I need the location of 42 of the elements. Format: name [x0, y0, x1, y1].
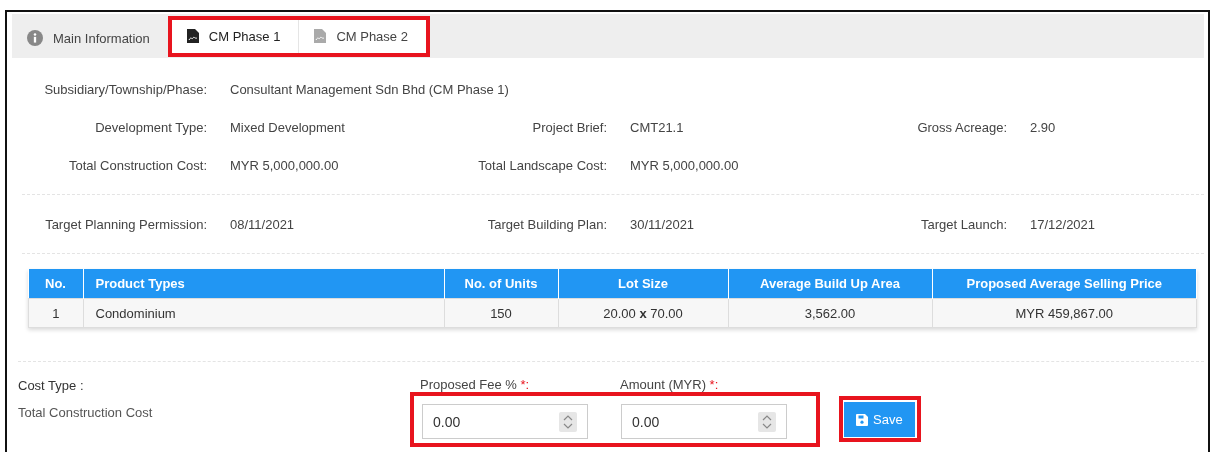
spinner-icon [758, 411, 776, 432]
document-icon [186, 29, 199, 43]
field-label: Target Launch: [920, 216, 1007, 232]
number-field[interactable]: 0.00 [621, 404, 787, 439]
column-header: Average Build Up Area [728, 269, 932, 299]
column-header: No. of Units [444, 269, 558, 299]
document-icon [314, 29, 327, 43]
field-label: Subsidiary/Township/Phase: [43, 81, 207, 97]
field-value: CMT21.1 [630, 119, 684, 135]
field-label: Development Type: [94, 119, 207, 135]
field-value: Mixed Development [230, 119, 345, 135]
info-icon [27, 30, 43, 46]
floppy-icon [856, 413, 868, 426]
spinner-icon [559, 411, 577, 432]
field-value: MYR 5,000,000.00 [630, 157, 739, 173]
column-header: Lot Size [558, 269, 728, 299]
column-header: No. [28, 269, 83, 299]
column-header: Proposed Average Selling Price [932, 269, 1197, 299]
field-label: Project Brief: [531, 119, 607, 135]
field-value: Consultant Management Sdn Bhd (CM Phase 1) [230, 81, 509, 97]
field-value: MYR 5,000,000.00 [230, 157, 339, 173]
cost-type-label: Cost Type : [18, 378, 85, 393]
table-cell: 3,562.00 [728, 298, 932, 328]
field-label: Target Building Plan: [486, 216, 607, 232]
input-label: Amount (MYR) *: [620, 377, 720, 392]
table-cell: 20.00 x 70.00 [558, 298, 728, 328]
number-field[interactable]: 0.00 [422, 404, 588, 439]
field-value: 08/11/2021 [230, 216, 295, 232]
field-label: Gross Acreage: [916, 119, 1007, 135]
table-cell: MYR 459,867.00 [932, 298, 1197, 328]
field-label: Target Planning Permission: [44, 216, 207, 232]
column-header: Product Types [83, 269, 444, 299]
field-value: 17/12/2021 [1030, 216, 1096, 232]
table-cell: 150 [444, 298, 558, 328]
field-value: 30/11/2021 [630, 216, 695, 232]
table-cell: Condominium [83, 298, 444, 328]
field-label: Total Landscape Cost: [477, 157, 607, 173]
cost-type-value: Total Construction Cost [18, 405, 154, 420]
field-label: Total Construction Cost: [68, 157, 207, 173]
field-value: 2.90 [1030, 119, 1056, 135]
input-label: Proposed Fee % *: [420, 377, 531, 392]
table-cell: 1 [28, 298, 83, 328]
